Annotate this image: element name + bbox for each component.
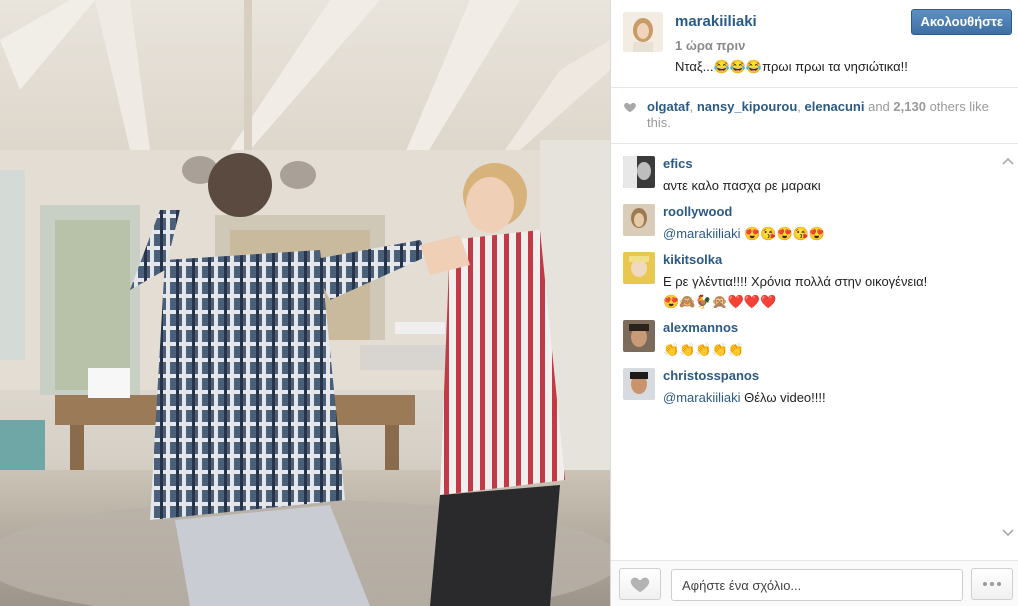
- commenter-avatar[interactable]: [623, 368, 655, 400]
- comment-body: Θέλω video!!!!: [740, 390, 826, 405]
- liker-link[interactable]: elenacuni: [805, 99, 865, 114]
- comments-list[interactable]: efics αντε καλο πασχα ρε μαρακι roollywo…: [611, 144, 1018, 560]
- comment-item: kikitsolka Ε ρε γλέντια!!!! Χρόνια πολλά…: [623, 252, 994, 312]
- post-caption: Νταξ...😂😂😂πρωι πρωι τα νησιώτικα!!: [675, 59, 908, 74]
- comment-mention[interactable]: @marakiiliaki: [663, 226, 741, 241]
- post-side-panel: marakiiliaki 1 ώρα πριν Νταξ...😂😂😂πρωι π…: [610, 0, 1018, 606]
- liker-link[interactable]: olgataf: [647, 99, 690, 114]
- commenter-username[interactable]: roollywood: [663, 204, 732, 219]
- author-avatar[interactable]: [623, 12, 663, 52]
- post-header: marakiiliaki 1 ώρα πριν Νταξ...😂😂😂πρωι π…: [611, 0, 1018, 88]
- chevron-down-icon[interactable]: [1001, 528, 1015, 538]
- comment-item: christosspanos @marakiiliaki Θέλω video!…: [623, 368, 994, 408]
- comment-item: alexmannos 👏👏👏👏👏: [623, 320, 994, 360]
- ellipsis-icon: [983, 582, 987, 586]
- likes-separator: ,: [689, 99, 697, 114]
- post-timestamp[interactable]: 1 ώρα πριν: [675, 38, 745, 53]
- likes-count: 2,130: [893, 99, 926, 114]
- heart-icon: [624, 102, 636, 113]
- comment-input[interactable]: [671, 569, 963, 601]
- heart-icon: [630, 577, 650, 593]
- commenter-avatar[interactable]: [623, 156, 655, 188]
- likes-separator: ,: [797, 99, 805, 114]
- comment-emoji-line: 😍🙈🐓🙊❤️❤️❤️: [663, 294, 777, 309]
- comment-mention[interactable]: @marakiiliaki: [663, 390, 741, 405]
- commenter-avatar[interactable]: [623, 252, 655, 284]
- chevron-up-icon[interactable]: [1001, 156, 1015, 166]
- commenter-avatar[interactable]: [623, 320, 655, 352]
- commenter-username[interactable]: kikitsolka: [663, 252, 722, 267]
- comment-item: roollywood @marakiiliaki 😍😘😍😘😍: [623, 204, 994, 244]
- more-options-button[interactable]: [971, 568, 1013, 600]
- likes-summary: olgataf, nansy_kipourou, elenacuni and 2…: [611, 88, 1018, 144]
- commenter-username[interactable]: alexmannos: [663, 320, 738, 335]
- comment-body: 😍😘😍😘😍: [740, 226, 826, 241]
- likes-and: and: [864, 99, 894, 114]
- comment-footer: [611, 560, 1018, 606]
- ellipsis-icon: [990, 582, 994, 586]
- photo-illustration: [0, 0, 610, 606]
- comment-text: Ε ρε γλέντια!!!! Χρόνια πολλά στην οικογ…: [663, 272, 994, 312]
- author-username[interactable]: marakiiliaki: [675, 13, 757, 30]
- comment-text: @marakiiliaki 😍😘😍😘😍: [663, 224, 994, 244]
- like-button[interactable]: [619, 568, 661, 600]
- commenter-username[interactable]: christosspanos: [663, 368, 759, 383]
- liker-link[interactable]: nansy_kipourou: [697, 99, 797, 114]
- comment-text: αντε καλο πασχα ρε μαρακι: [663, 178, 821, 193]
- commenter-avatar[interactable]: [623, 204, 655, 236]
- comment-item: efics αντε καλο πασχα ρε μαρακι: [623, 156, 994, 196]
- comment-text: @marakiiliaki Θέλω video!!!!: [663, 388, 994, 408]
- comment-text: 👏👏👏👏👏: [663, 342, 744, 357]
- ellipsis-icon: [997, 582, 1001, 586]
- follow-button[interactable]: Ακολουθήστε: [911, 9, 1012, 35]
- commenter-username[interactable]: efics: [663, 156, 693, 171]
- post-photo[interactable]: [0, 0, 610, 606]
- comment-body: Ε ρε γλέντια!!!! Χρόνια πολλά στην οικογ…: [663, 274, 928, 289]
